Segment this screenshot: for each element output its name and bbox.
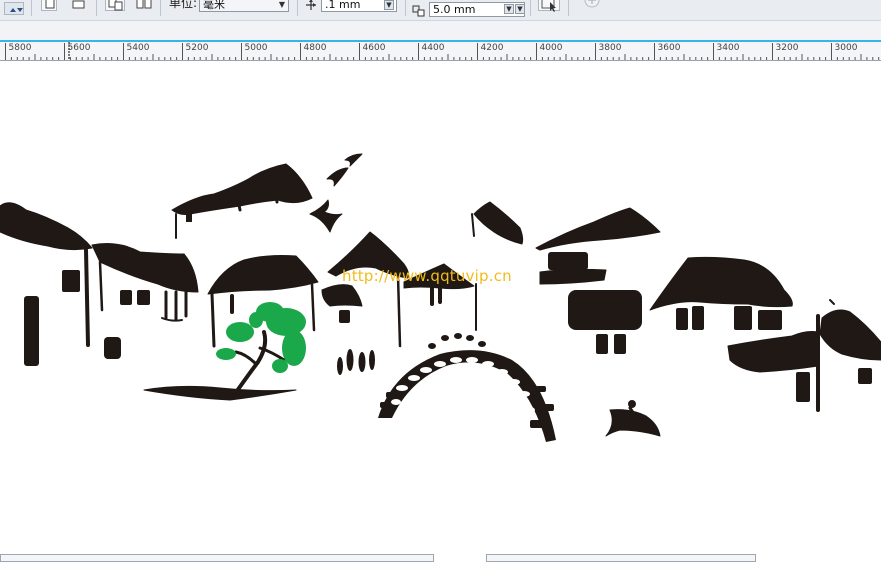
- current-page-icon: [136, 0, 152, 9]
- portrait-page-icon: [45, 0, 55, 9]
- separator: [96, 0, 97, 16]
- spin-arrows-icon: [10, 8, 23, 12]
- all-pages-button[interactable]: [105, 0, 125, 11]
- separator: [160, 0, 161, 16]
- distant-houses: [171, 163, 313, 239]
- unit-label: 单位:: [169, 0, 198, 10]
- duplicate-distance-icon: [412, 2, 428, 21]
- ruler-label: 3800: [598, 43, 622, 53]
- property-bar: 单位: 毫米 ▼ .1 mm ▼ 5.0 mm ▼ ▼: [0, 0, 881, 21]
- house-right: [649, 256, 881, 412]
- people-figures: [337, 349, 375, 375]
- toolbar-band: [0, 21, 881, 41]
- duplicate-distance-value: 5.0 mm: [433, 3, 476, 16]
- village-artwork[interactable]: [0, 61, 881, 549]
- bottom-panel-right[interactable]: [486, 554, 756, 562]
- watermark-text: http://www.qqtuvip.cn: [342, 267, 512, 285]
- house-far-left: [0, 202, 121, 366]
- cursor-select-icon: [541, 0, 556, 12]
- nudge-distance-value: .1 mm: [325, 0, 361, 11]
- scroll-buttons[interactable]: [4, 2, 24, 15]
- drawing-canvas[interactable]: http://www.qqtuvip.cn: [0, 61, 881, 549]
- separator: [530, 0, 531, 16]
- portrait-button[interactable]: [41, 0, 57, 11]
- chevron-down-icon: ▼: [278, 0, 286, 9]
- horizontal-ruler[interactable]: 5800 5600 5400 5200 5000 4800 4600 4400 …: [0, 42, 881, 61]
- add-icon[interactable]: [582, 0, 602, 14]
- separator: [568, 0, 569, 16]
- landscape-button[interactable]: [70, 0, 86, 11]
- nudge-icon: [304, 0, 318, 15]
- bottom-panel-left[interactable]: [0, 554, 434, 562]
- unit-value: 毫米: [203, 0, 225, 11]
- treat-as-filled-button[interactable]: [538, 0, 560, 12]
- separator: [405, 0, 406, 16]
- all-pages-icon: [108, 0, 123, 11]
- ruler-label: 3400: [716, 43, 740, 53]
- birds-illustration: [309, 153, 363, 233]
- ruler-label: 5200: [185, 43, 209, 53]
- tree-foliage: [216, 302, 306, 373]
- current-page-button[interactable]: [133, 0, 153, 11]
- duplicate-spin-down-1[interactable]: ▼: [504, 4, 514, 14]
- separator: [297, 0, 298, 16]
- ruler-label: 5400: [126, 43, 150, 53]
- ruler-label: 3600: [657, 43, 681, 53]
- nudge-spin-down[interactable]: ▼: [384, 0, 394, 10]
- ground-line: [143, 385, 297, 401]
- ruler-label: 5000: [244, 43, 268, 53]
- ruler-label: 4400: [421, 43, 445, 53]
- unit-dropdown[interactable]: 毫米 ▼: [199, 0, 289, 12]
- ruler-label: 5600: [67, 43, 91, 53]
- duplicate-spin-down-2[interactable]: ▼: [515, 4, 525, 14]
- ruler-label: 4200: [480, 43, 504, 53]
- house-second: [91, 243, 199, 322]
- separator: [31, 0, 32, 16]
- boat-illustration: [605, 400, 661, 437]
- ruler-label: 3000: [834, 43, 858, 53]
- ruler-label: 4600: [362, 43, 386, 53]
- house-left-of-bridge: [321, 231, 477, 348]
- ruler-label: 4000: [539, 43, 563, 53]
- landscape-page-icon: [72, 0, 85, 9]
- ruler-label: 3200: [775, 43, 799, 53]
- ruler-label: 4800: [303, 43, 327, 53]
- ruler-label: 5800: [8, 43, 32, 53]
